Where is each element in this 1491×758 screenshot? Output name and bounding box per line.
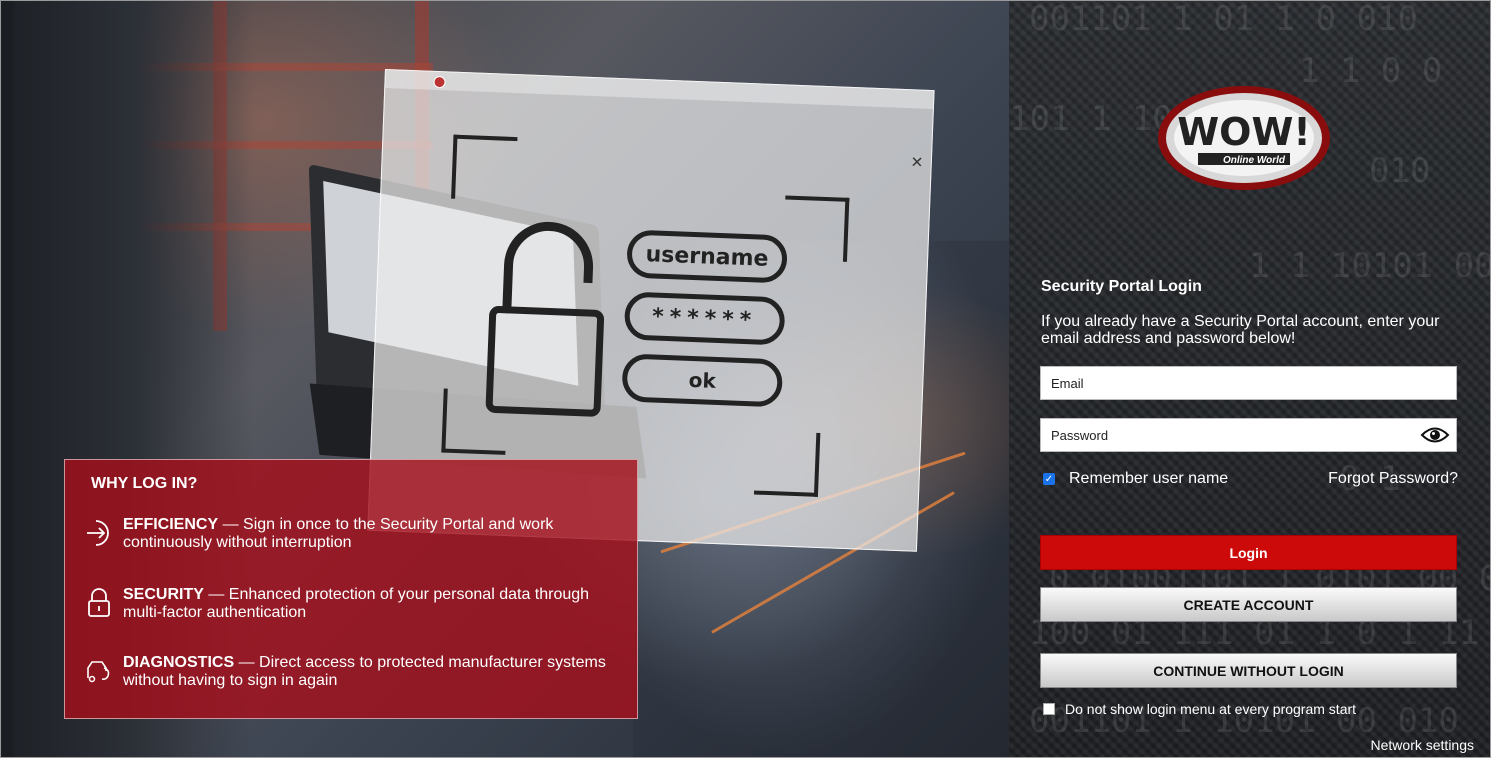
- email-input[interactable]: [1041, 367, 1456, 399]
- benefit-efficiency: EFFICIENCY — Sign in once to the Securit…: [79, 516, 629, 552]
- padlock-icon: [79, 586, 119, 620]
- username-pill: username: [626, 229, 788, 284]
- corner-bracket: [753, 430, 821, 497]
- corner-bracket: [451, 134, 518, 202]
- email-field[interactable]: [1040, 366, 1457, 400]
- benefit-text: DIAGNOSTICS — Direct access to protected…: [123, 654, 606, 689]
- network-settings-link[interactable]: Network settings: [1371, 737, 1474, 753]
- remember-checkbox[interactable]: ✓: [1043, 473, 1055, 485]
- sign-in-arrow-icon: [79, 516, 119, 550]
- do-not-show-checkbox[interactable]: [1043, 703, 1055, 715]
- do-not-show-label: Do not show login menu at every program …: [1065, 701, 1357, 717]
- remember-label: Remember user name: [1069, 470, 1229, 487]
- password-pill: ******: [623, 291, 786, 346]
- benefit-text: EFFICIENCY — Sign in once to the Securit…: [123, 516, 554, 551]
- forgot-password-link[interactable]: Forgot Password?: [1328, 470, 1458, 488]
- illustration-titlebar: [385, 70, 934, 110]
- why-title: WHY LOG IN?: [91, 475, 198, 492]
- continue-without-login-button[interactable]: CONTINUE WITHOUT LOGIN: [1040, 653, 1457, 688]
- hero-image: × username ****** ok WHY LOG IN? EFFICIE…: [13, 1, 1009, 757]
- binary-decor: 1 1 10101 00 010: [1249, 246, 1490, 286]
- create-account-button[interactable]: CREATE ACCOUNT: [1040, 587, 1457, 622]
- ok-pill: ok: [621, 353, 784, 408]
- password-field[interactable]: [1040, 418, 1457, 452]
- car-diagnostics-icon: [79, 654, 119, 688]
- wow-logo: WOW! Online World: [1158, 86, 1330, 190]
- login-panel: 001101 1 01 1 0 010 1 1 0 0 101 1 10 01 …: [1009, 1, 1490, 757]
- benefit-diagnostics: DIAGNOSTICS — Direct access to protected…: [79, 654, 629, 690]
- svg-text:WOW!: WOW!: [1177, 110, 1310, 154]
- open-padlock-icon: [485, 221, 605, 417]
- close-icon: ×: [910, 151, 924, 174]
- password-input[interactable]: [1041, 419, 1456, 451]
- app-window: × username ****** ok WHY LOG IN? EFFICIE…: [0, 0, 1491, 758]
- remember-username[interactable]: ✓ Remember user name: [1043, 470, 1228, 488]
- binary-decor: 010: [1369, 151, 1431, 191]
- corner-bracket: [782, 195, 850, 262]
- show-password-eye-icon[interactable]: [1420, 424, 1450, 446]
- login-title: Security Portal Login: [1041, 278, 1202, 295]
- login-subtitle: If you already have a Security Portal ac…: [1041, 313, 1440, 347]
- login-button[interactable]: Login: [1040, 535, 1457, 570]
- svg-text:Online World: Online World: [1223, 155, 1286, 166]
- binary-decor: 001101 1 01 1 0 010: [1029, 1, 1418, 39]
- why-login-box: WHY LOG IN? EFFICIENCY — Sign in once to…: [64, 459, 638, 719]
- benefit-security: SECURITY — Enhanced protection of your p…: [79, 586, 629, 622]
- do-not-show-option[interactable]: Do not show login menu at every program …: [1043, 701, 1356, 717]
- benefit-text: SECURITY — Enhanced protection of your p…: [123, 586, 590, 621]
